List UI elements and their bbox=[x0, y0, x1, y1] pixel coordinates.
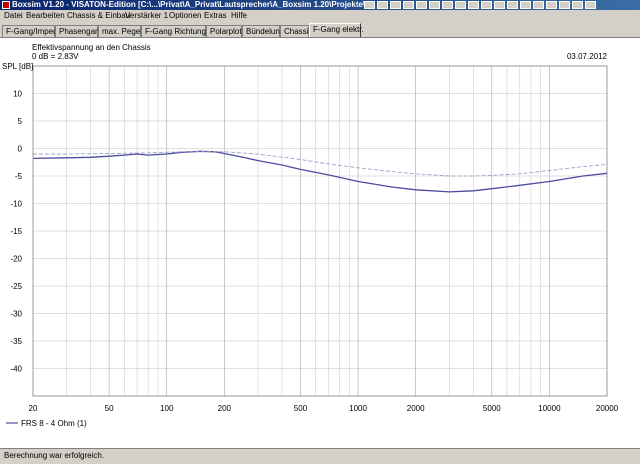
chart-grid bbox=[33, 66, 607, 396]
new-file-icon[interactable] bbox=[364, 1, 375, 9]
y-tick-label: -25 bbox=[10, 282, 22, 291]
y-tick-label: -10 bbox=[10, 200, 22, 209]
y-tick-label: 5 bbox=[18, 117, 23, 126]
x-tick-label: 2000 bbox=[407, 404, 425, 413]
compare-icon[interactable] bbox=[533, 1, 544, 9]
tab-buendelung[interactable]: Bündelung bbox=[242, 25, 284, 37]
tab-bar: F-Gang/Imped. Phasengang max. Pegel F-Ga… bbox=[0, 22, 640, 38]
chart-title: Effektivspannung an den Chassis bbox=[32, 43, 151, 52]
window-title: Boxsim V1.20 - VISATON-Edition [C:\...\P… bbox=[12, 0, 371, 9]
x-tick-label: 20 bbox=[29, 404, 38, 413]
tab-polarplots[interactable]: Polarplots bbox=[206, 25, 246, 37]
y-tick-label: -30 bbox=[10, 310, 22, 319]
x-tick-label: 20000 bbox=[596, 404, 619, 413]
menu-chassis-einbau[interactable]: Chassis & Einbau bbox=[67, 10, 130, 21]
y-tick-label: -20 bbox=[10, 255, 22, 264]
y-tick-label: 10 bbox=[13, 90, 22, 99]
cut-icon[interactable] bbox=[416, 1, 427, 9]
menu-hilfe[interactable]: Hilfe bbox=[231, 10, 247, 21]
y-tick-labels: 10 5 0 -5 -10 -15 -20 -25 -30 -35 -40 bbox=[10, 90, 22, 374]
x-tick-label: 5000 bbox=[483, 404, 501, 413]
menu-optionen[interactable]: Optionen bbox=[169, 10, 201, 21]
graph-icon[interactable] bbox=[494, 1, 505, 9]
y-tick-label: -15 bbox=[10, 227, 22, 236]
legend: FRS 8 - 4 Ohm (1) bbox=[6, 419, 87, 428]
tab-fgang-elektr[interactable]: F-Gang elektr. bbox=[309, 23, 364, 38]
y-tick-label: 0 bbox=[18, 145, 23, 154]
chart-date: 03.07.2012 bbox=[567, 52, 608, 61]
menu-verstaerker[interactable]: Verstärker 1 bbox=[125, 10, 168, 21]
calc-icon[interactable] bbox=[507, 1, 518, 9]
chassis-icon[interactable] bbox=[455, 1, 466, 9]
print-icon[interactable] bbox=[403, 1, 414, 9]
tab-max-pegel[interactable]: max. Pegel bbox=[98, 25, 142, 37]
y-axis-label: SPL [dB] bbox=[2, 62, 33, 71]
menu-datei[interactable]: Datei bbox=[4, 10, 23, 21]
chart-panel: 10 5 0 -5 -10 -15 -20 -25 -30 -35 -40 20 50 100 200 50… bbox=[0, 37, 640, 449]
chart-icon[interactable] bbox=[559, 1, 570, 9]
menu-bearbeiten[interactable]: Bearbeiten bbox=[26, 10, 65, 21]
paste-icon[interactable] bbox=[442, 1, 453, 9]
status-text: Berechnung war erfolgreich. bbox=[4, 451, 105, 460]
tab-chassis[interactable]: Chassis bbox=[280, 25, 312, 37]
box-icon[interactable] bbox=[468, 1, 479, 9]
copy-icon[interactable] bbox=[429, 1, 440, 9]
x-tick-label: 100 bbox=[160, 404, 174, 413]
x-tick-label: 1000 bbox=[349, 404, 367, 413]
open-file-icon[interactable] bbox=[377, 1, 388, 9]
save-icon[interactable] bbox=[390, 1, 401, 9]
y-tick-label: -40 bbox=[10, 365, 22, 374]
tab-fgang-imped[interactable]: F-Gang/Imped. bbox=[2, 25, 60, 37]
exit-icon[interactable] bbox=[585, 1, 596, 9]
x-tick-label: 10000 bbox=[538, 404, 561, 413]
x-tick-labels: 20 50 100 200 500 1000 2000 5000 10000 20000 bbox=[29, 404, 619, 413]
chart-series bbox=[32, 150, 608, 193]
chart-subtitle: 0 dB = 2.83V bbox=[32, 52, 79, 61]
tab-phasengang[interactable]: Phasengang bbox=[55, 25, 104, 37]
status-bar: Berechnung war erfolgreich. bbox=[0, 448, 640, 464]
title-bar: Boxsim V1.20 - VISATON-Edition [C:\...\P… bbox=[0, 0, 640, 10]
info-icon[interactable] bbox=[520, 1, 531, 9]
settings-icon[interactable] bbox=[546, 1, 557, 9]
menu-extras[interactable]: Extras bbox=[204, 10, 227, 21]
x-tick-label: 50 bbox=[105, 404, 114, 413]
x-tick-label: 200 bbox=[218, 404, 232, 413]
x-tick-label: 500 bbox=[294, 404, 308, 413]
help-icon[interactable] bbox=[572, 1, 583, 9]
speaker-icon[interactable] bbox=[481, 1, 492, 9]
toolbar-icons bbox=[364, 1, 596, 9]
y-tick-label: -5 bbox=[15, 172, 23, 181]
menu-bar: Datei Bearbeiten Chassis & Einbau Verstä… bbox=[0, 10, 640, 21]
app-icon bbox=[2, 1, 10, 9]
tab-fgang-richtungen[interactable]: F-Gang Richtungen bbox=[141, 25, 215, 37]
legend-entry: FRS 8 - 4 Ohm (1) bbox=[21, 419, 87, 428]
y-tick-label: -35 bbox=[10, 337, 22, 346]
frequency-response-chart: 1050-5-10-15-20-25-30-35-40 20 50 100 200 50… bbox=[2, 43, 619, 428]
series-line bbox=[32, 150, 608, 193]
